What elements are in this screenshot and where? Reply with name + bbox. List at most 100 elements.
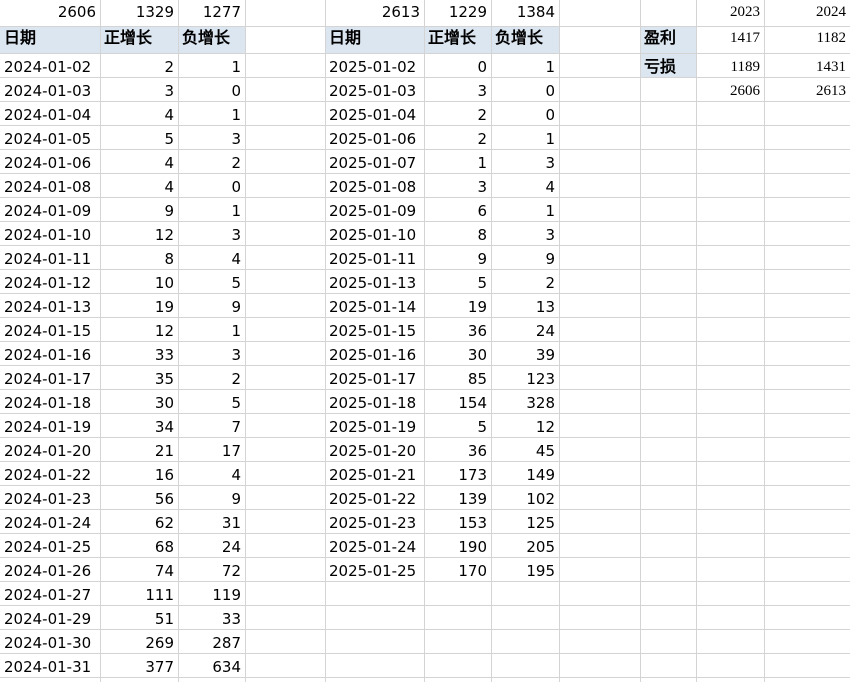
negative-growth-cell[interactable]: 0 — [491, 103, 559, 127]
positive-growth-cell[interactable]: 19 — [100, 295, 178, 319]
year-cell[interactable]: 2023 — [696, 0, 764, 24]
date-cell[interactable]: 2025-01-20 — [325, 439, 424, 463]
date-cell[interactable]: 2025-01-16 — [325, 343, 424, 367]
date-cell[interactable]: 2025-01-14 — [325, 295, 424, 319]
year-cell[interactable]: 2024 — [764, 0, 850, 24]
negative-growth-cell[interactable]: 1 — [491, 127, 559, 151]
date-cell[interactable]: 2024-01-15 — [0, 319, 100, 343]
date-cell[interactable]: 2025-01-21 — [325, 463, 424, 487]
date-cell[interactable]: 2025-01-24 — [325, 535, 424, 559]
date-cell[interactable]: 2024-01-05 — [0, 127, 100, 151]
date-cell[interactable]: 2024-01-23 — [0, 487, 100, 511]
header-cell[interactable]: 负增长 — [491, 26, 559, 50]
negative-growth-cell[interactable]: 33 — [178, 607, 245, 631]
positive-growth-cell[interactable]: 4 — [100, 175, 178, 199]
positive-growth-cell[interactable]: 85 — [424, 367, 491, 391]
date-cell[interactable]: 2024-01-09 — [0, 199, 100, 223]
positive-growth-cell[interactable]: 2 — [424, 103, 491, 127]
total-cell[interactable]: 1329 — [100, 0, 178, 24]
date-cell[interactable]: 2024-01-22 — [0, 463, 100, 487]
negative-growth-cell[interactable]: 119 — [178, 583, 245, 607]
positive-growth-cell[interactable]: 190 — [424, 535, 491, 559]
summary-total-cell[interactable]: 2606 — [696, 79, 764, 103]
date-cell[interactable]: 2025-01-18 — [325, 391, 424, 415]
date-cell[interactable]: 2024-01-12 — [0, 271, 100, 295]
positive-growth-cell[interactable]: 34 — [100, 415, 178, 439]
loss-cell[interactable]: 1431 — [764, 55, 850, 79]
spreadsheet-grid[interactable]: 2606 1329 1277 日期 正增长 负增长 2024-01-02 2 1 2024-01-… — [0, 0, 850, 682]
date-cell[interactable]: 2025-01-03 — [325, 79, 424, 103]
negative-growth-cell[interactable]: 1 — [178, 319, 245, 343]
negative-growth-cell[interactable]: 1 — [491, 55, 559, 79]
negative-growth-cell[interactable]: 9 — [491, 247, 559, 271]
date-cell[interactable]: 2025-01-22 — [325, 487, 424, 511]
date-cell[interactable]: 2025-01-08 — [325, 175, 424, 199]
date-cell[interactable]: 2024-01-27 — [0, 583, 100, 607]
date-cell[interactable]: 2024-01-10 — [0, 223, 100, 247]
positive-growth-cell[interactable]: 5 — [424, 415, 491, 439]
positive-growth-cell[interactable]: 173 — [424, 463, 491, 487]
negative-growth-cell[interactable]: 31 — [178, 511, 245, 535]
positive-growth-cell[interactable]: 3 — [424, 175, 491, 199]
date-cell[interactable]: 2024-01-08 — [0, 175, 100, 199]
header-cell[interactable]: 负增长 — [178, 26, 245, 50]
positive-growth-cell[interactable]: 8 — [424, 223, 491, 247]
positive-growth-cell[interactable]: 10 — [100, 271, 178, 295]
negative-growth-cell[interactable]: 2 — [491, 271, 559, 295]
positive-growth-cell[interactable]: 56 — [100, 487, 178, 511]
positive-growth-cell[interactable]: 4 — [100, 151, 178, 175]
profit-cell[interactable]: 1417 — [696, 26, 764, 50]
negative-growth-cell[interactable]: 328 — [491, 391, 559, 415]
negative-growth-cell[interactable]: 4 — [491, 175, 559, 199]
date-cell[interactable]: 2025-01-06 — [325, 127, 424, 151]
positive-growth-cell[interactable]: 36 — [424, 319, 491, 343]
positive-growth-cell[interactable]: 16 — [100, 463, 178, 487]
date-cell[interactable]: 2025-01-13 — [325, 271, 424, 295]
loss-cell[interactable]: 1189 — [696, 55, 764, 79]
date-cell[interactable]: 2024-01-13 — [0, 295, 100, 319]
negative-growth-cell[interactable]: 24 — [491, 319, 559, 343]
negative-growth-cell[interactable]: 0 — [178, 175, 245, 199]
header-cell[interactable]: 正增长 — [100, 26, 178, 50]
negative-growth-cell[interactable]: 3 — [178, 127, 245, 151]
date-cell[interactable]: 2024-01-16 — [0, 343, 100, 367]
positive-growth-cell[interactable]: 33 — [100, 343, 178, 367]
positive-growth-cell[interactable]: 51 — [100, 607, 178, 631]
negative-growth-cell[interactable]: 2 — [178, 367, 245, 391]
date-cell[interactable]: 2024-01-03 — [0, 79, 100, 103]
negative-growth-cell[interactable]: 4 — [178, 247, 245, 271]
negative-growth-cell[interactable]: 0 — [491, 79, 559, 103]
date-cell[interactable]: 2024-01-04 — [0, 103, 100, 127]
date-cell[interactable]: 2024-01-25 — [0, 535, 100, 559]
positive-growth-cell[interactable]: 6 — [424, 199, 491, 223]
loss-label[interactable]: 亏损 — [640, 55, 696, 79]
negative-growth-cell[interactable]: 3 — [491, 151, 559, 175]
positive-growth-cell[interactable]: 4 — [100, 103, 178, 127]
positive-growth-cell[interactable]: 377 — [100, 655, 178, 679]
positive-growth-cell[interactable]: 3 — [100, 79, 178, 103]
positive-growth-cell[interactable]: 21 — [100, 439, 178, 463]
negative-growth-cell[interactable]: 102 — [491, 487, 559, 511]
date-cell[interactable]: 2025-01-25 — [325, 559, 424, 583]
negative-growth-cell[interactable]: 149 — [491, 463, 559, 487]
date-cell[interactable]: 2024-01-30 — [0, 631, 100, 655]
negative-growth-cell[interactable]: 0 — [178, 79, 245, 103]
date-cell[interactable]: 2025-01-07 — [325, 151, 424, 175]
positive-growth-cell[interactable]: 154 — [424, 391, 491, 415]
date-cell[interactable]: 2025-01-23 — [325, 511, 424, 535]
positive-growth-cell[interactable]: 5 — [424, 271, 491, 295]
date-cell[interactable]: 2025-01-11 — [325, 247, 424, 271]
negative-growth-cell[interactable]: 12 — [491, 415, 559, 439]
negative-growth-cell[interactable]: 1 — [178, 199, 245, 223]
positive-growth-cell[interactable]: 12 — [100, 223, 178, 247]
positive-growth-cell[interactable]: 2 — [424, 127, 491, 151]
positive-growth-cell[interactable]: 2 — [100, 55, 178, 79]
date-cell[interactable]: 2024-01-31 — [0, 655, 100, 679]
positive-growth-cell[interactable]: 62 — [100, 511, 178, 535]
negative-growth-cell[interactable]: 195 — [491, 559, 559, 583]
total-cell[interactable]: 1229 — [424, 0, 491, 24]
total-cell[interactable]: 1277 — [178, 0, 245, 24]
positive-growth-cell[interactable]: 269 — [100, 631, 178, 655]
positive-growth-cell[interactable]: 1 — [424, 151, 491, 175]
positive-growth-cell[interactable]: 35 — [100, 367, 178, 391]
